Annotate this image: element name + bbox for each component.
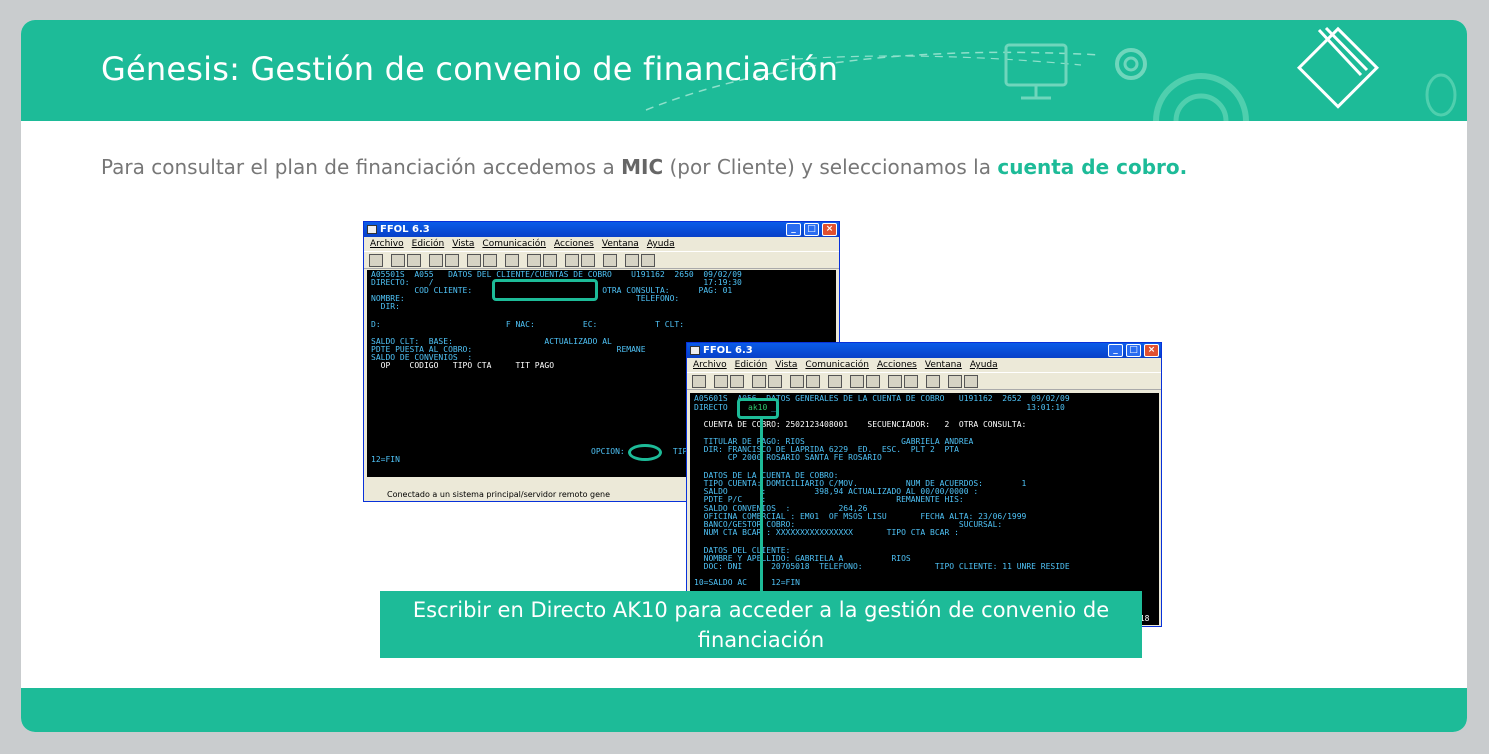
menu-edicion[interactable]: Edición	[412, 239, 445, 249]
caption-box: Escribir en Directo AK10 para acceder a …	[380, 591, 1142, 658]
toolbar-icon[interactable]	[565, 253, 579, 267]
toolbar-icon[interactable]	[948, 374, 962, 388]
monitor-icon	[1004, 43, 1068, 87]
toolbar-icon[interactable]	[828, 374, 842, 388]
screen1-line: OP CODIGO TIPO CTA TIT PAGO	[371, 361, 555, 370]
menu-ayuda[interactable]: Ayuda	[647, 239, 675, 249]
toolbar-icon[interactable]	[407, 253, 421, 267]
titlebar-2[interactable]: FFOL 6.3 _ □ ×	[687, 343, 1161, 358]
toolbar-icon[interactable]	[581, 253, 595, 267]
toolbar-icon[interactable]	[888, 374, 902, 388]
menu-ayuda[interactable]: Ayuda	[970, 360, 998, 370]
toolbar-icon[interactable]	[768, 374, 782, 388]
connector-line	[760, 419, 763, 591]
menu-vista[interactable]: Vista	[775, 360, 797, 370]
menubar-2: Archivo Edición Vista Comunicación Acciones V…	[687, 358, 1161, 372]
toolbar-icon[interactable]	[369, 253, 383, 267]
intro-part2: (por Cliente) y seleccionamos la	[663, 155, 998, 179]
toolbar-icon[interactable]	[866, 374, 880, 388]
toolbar-icon[interactable]	[692, 374, 706, 388]
menu-comunicacion[interactable]: Comunicación	[482, 239, 546, 249]
close-icon[interactable]: ×	[1144, 344, 1159, 357]
toolbar-icon[interactable]	[926, 374, 940, 388]
gear-icon	[1115, 48, 1147, 80]
highlight-directo-ak10	[737, 398, 779, 419]
highlight-cod-cliente	[492, 279, 598, 301]
footer-band	[21, 688, 1467, 732]
toolbar-icon[interactable]	[752, 374, 766, 388]
window-title-2: FFOL 6.3	[703, 345, 753, 356]
toolbar-icon[interactable]	[904, 374, 918, 388]
toolbar-icon[interactable]	[505, 253, 519, 267]
menu-vista[interactable]: Vista	[452, 239, 474, 249]
close-icon[interactable]: ×	[822, 223, 837, 236]
screen2-line: NUM CTA BCAR : XXXXXXXXXXXXXXXX TIPO CTA…	[694, 528, 959, 537]
toolbar-icon[interactable]	[429, 253, 443, 267]
toolbar-1	[364, 251, 839, 269]
toolbar-icon[interactable]	[625, 253, 639, 267]
minimize-icon[interactable]: _	[786, 223, 801, 236]
window-title-1: FFOL 6.3	[380, 224, 430, 235]
toolbar-icon[interactable]	[527, 253, 541, 267]
toolbar-icon[interactable]	[543, 253, 557, 267]
toolbar-icon[interactable]	[445, 253, 459, 267]
highlight-opcion	[628, 444, 662, 461]
menu-ventana[interactable]: Ventana	[925, 360, 962, 370]
toolbar-icon[interactable]	[714, 374, 728, 388]
toolbar-icon[interactable]	[467, 253, 481, 267]
toolbar-icon[interactable]	[641, 253, 655, 267]
toolbar-icon[interactable]	[964, 374, 978, 388]
menu-acciones[interactable]: Acciones	[554, 239, 594, 249]
screen1-line: D: F NAC: EC: T CLT:	[371, 320, 685, 329]
app-icon	[367, 225, 377, 234]
menu-archivo[interactable]: Archivo	[370, 239, 404, 249]
toolbar-icon[interactable]	[391, 253, 405, 267]
toolbar-icon[interactable]	[790, 374, 804, 388]
screen2-line: CUENTA DE COBRO: 2502123408001 SECUENCIA…	[694, 420, 1027, 429]
menu-acciones[interactable]: Acciones	[877, 360, 917, 370]
terminal-window-2: FFOL 6.3 _ □ × Archivo Edición Vista Comuni…	[686, 342, 1162, 627]
minimize-icon[interactable]: _	[1108, 344, 1123, 357]
menu-comunicacion[interactable]: Comunicación	[805, 360, 869, 370]
menubar-1: Archivo Edición Vista Comunicación Acciones V…	[364, 237, 839, 251]
screen2-line: DOC: DNI 20705018 TELEFONO: TIPO CLIENTE…	[694, 562, 1070, 571]
menu-edicion[interactable]: Edición	[735, 360, 768, 370]
menu-ventana[interactable]: Ventana	[602, 239, 639, 249]
toolbar-icon[interactable]	[806, 374, 820, 388]
slide-title: Génesis: Gestión de convenio de financia…	[101, 50, 839, 88]
intro-text: Para consultar el plan de financiación a…	[101, 155, 1187, 179]
intro-highlight: cuenta de cobro.	[997, 155, 1188, 179]
intro-part1: Para consultar el plan de financiación a…	[101, 155, 622, 179]
mouse-icon	[1425, 73, 1457, 117]
menu-archivo[interactable]: Archivo	[693, 360, 727, 370]
toolbar-icon[interactable]	[483, 253, 497, 267]
titlebar-1[interactable]: FFOL 6.3 _ □ ×	[364, 222, 839, 237]
screen2-line: CP 2000 ROSARIO SANTA FE ROSARIO	[694, 453, 882, 462]
screen1-line: DIR:	[371, 302, 400, 311]
toolbar-2	[687, 372, 1161, 390]
toolbar-icon[interactable]	[730, 374, 744, 388]
fkey-line-1: 12=FIN	[371, 455, 400, 464]
intro-mic: MIC	[621, 155, 664, 179]
app-icon	[690, 346, 700, 355]
toolbar-icon[interactable]	[603, 253, 617, 267]
maximize-icon[interactable]: □	[804, 223, 819, 236]
header-band: Génesis: Gestión de convenio de financia…	[21, 20, 1467, 121]
maximize-icon[interactable]: □	[1126, 344, 1141, 357]
fkey-line-2: 10=SALDO AC 12=FIN	[694, 578, 800, 587]
toolbar-icon[interactable]	[850, 374, 864, 388]
